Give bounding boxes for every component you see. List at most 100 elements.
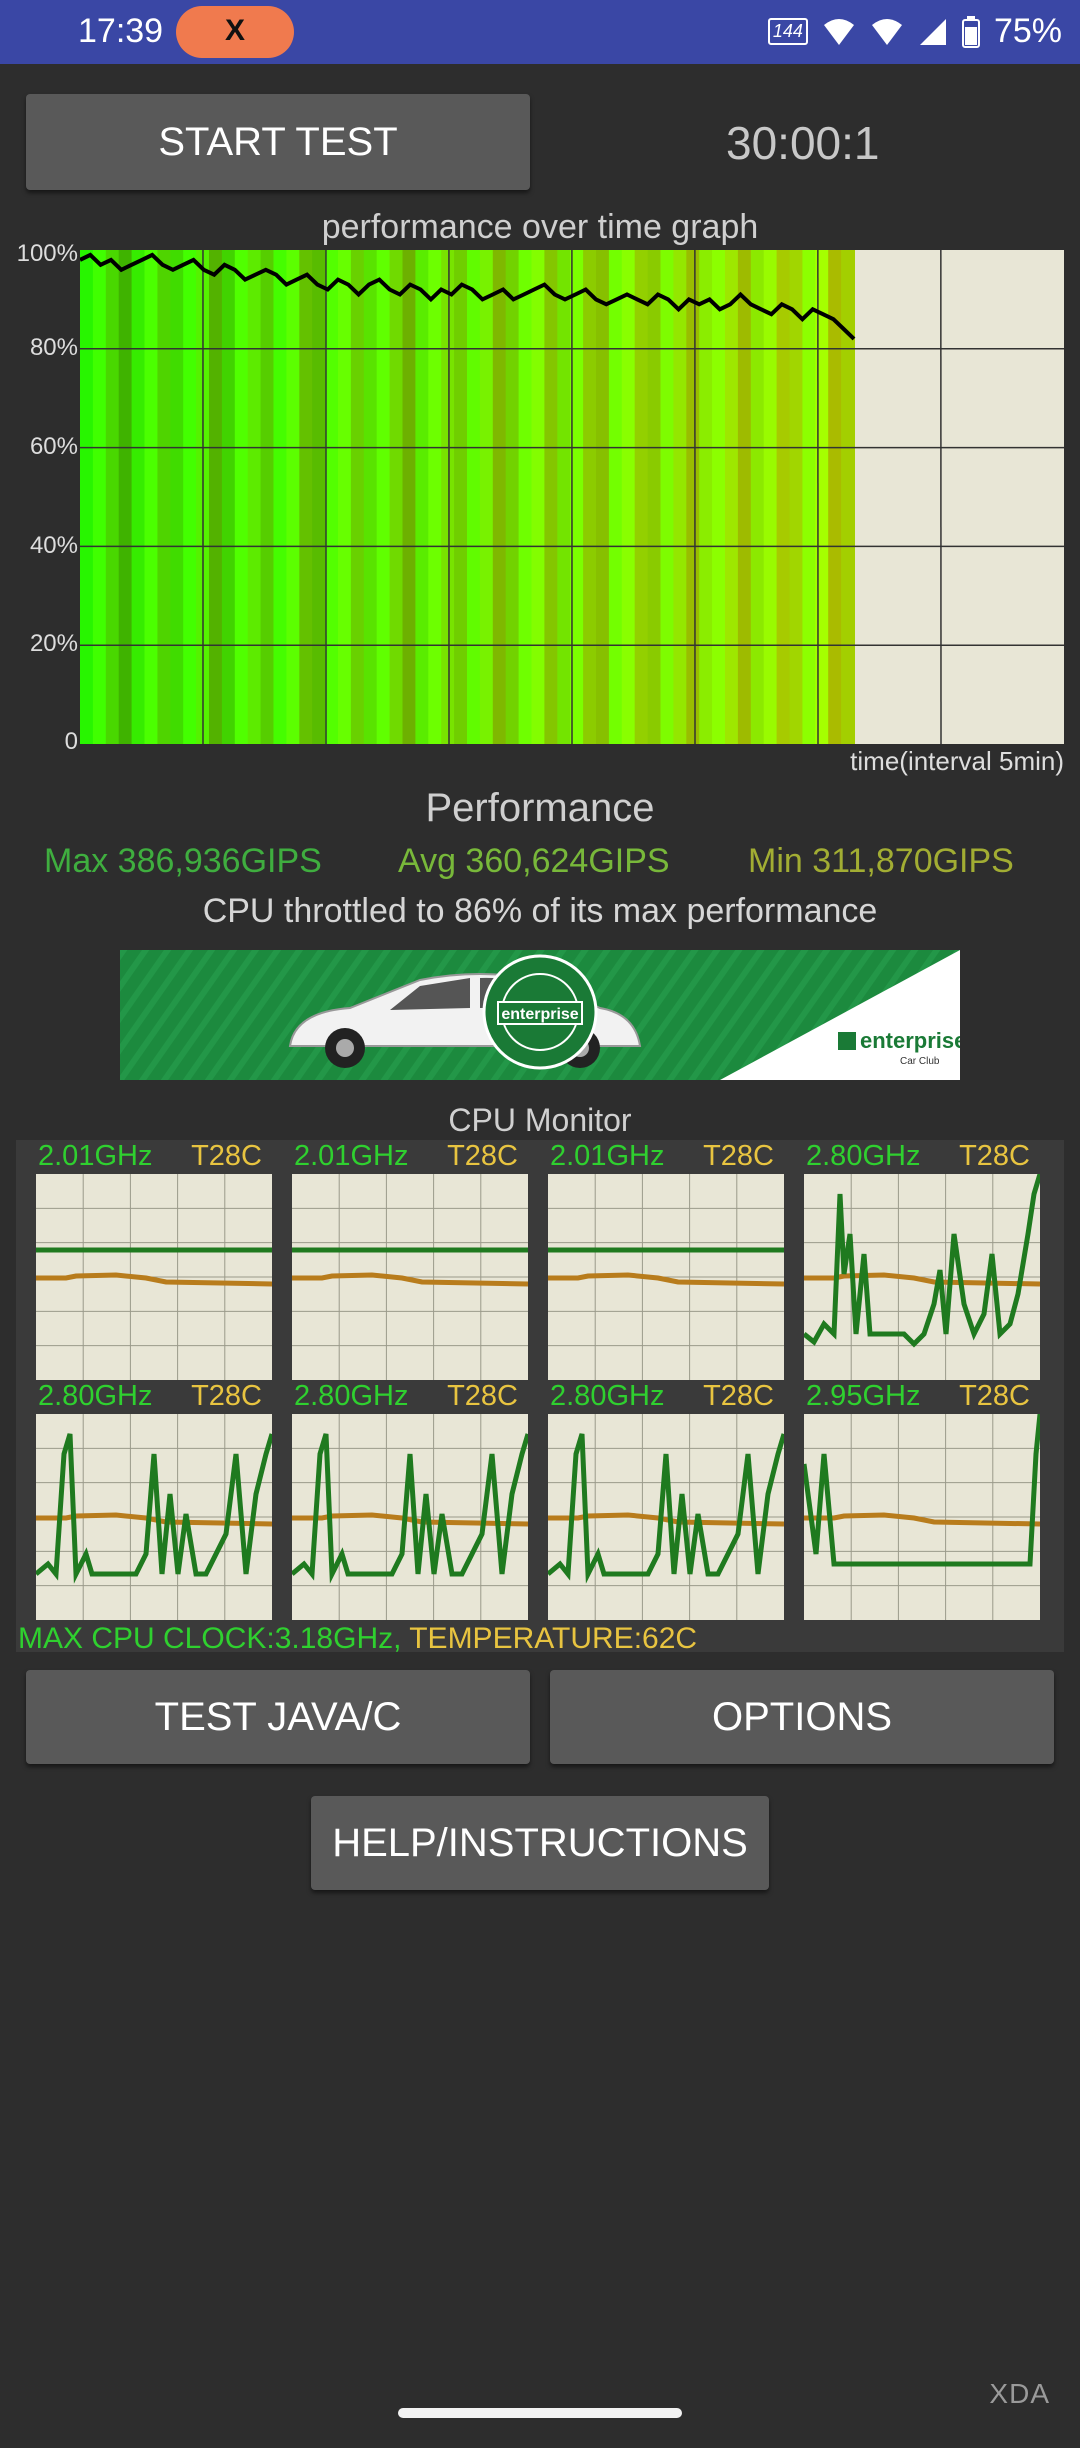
fill-stripe — [144, 250, 159, 744]
test-java-c-button[interactable]: TEST JAVA/C — [26, 1670, 530, 1764]
svg-text:enterprise: enterprise — [860, 1028, 960, 1053]
core-frequency: 2.01GHz — [38, 1140, 153, 1172]
max-cpu-clock: MAX CPU CLOCK:3.18GHz, — [18, 1622, 402, 1655]
fill-stripe — [131, 250, 146, 744]
fill-stripe — [118, 250, 133, 744]
fill-stripe — [750, 250, 765, 744]
core-graph — [548, 1174, 784, 1380]
battery-percent: 75% — [993, 12, 1062, 50]
fill-stripe — [686, 250, 701, 744]
fill-stripe — [415, 250, 430, 744]
signal-icon — [919, 18, 946, 45]
fill-stripe — [699, 250, 714, 744]
core-temperature: T28C — [703, 1380, 774, 1412]
fill-stripe — [234, 250, 249, 744]
wifi-2-icon — [871, 18, 902, 45]
cpu-core-cell: 2.95GHz T28C — [804, 1380, 1040, 1620]
fill-stripe — [660, 250, 675, 744]
max-stat: Max 386,936GIPS — [44, 842, 322, 880]
fill-stripe — [325, 250, 339, 744]
fill-stripe — [376, 250, 391, 744]
cpu-core-cell: 2.80GHz T28C — [804, 1140, 1040, 1380]
core-temperature: T28C — [703, 1140, 774, 1172]
core-frequency: 2.01GHz — [294, 1140, 409, 1172]
avg-stat: Avg 360,624GIPS — [398, 842, 670, 880]
xda-watermark: XDA — [989, 2378, 1050, 2409]
svg-text:enterprise: enterprise — [501, 1006, 578, 1023]
core-temperature: T28C — [191, 1380, 262, 1412]
graph-plot — [80, 250, 1064, 744]
fill-stripe — [712, 250, 726, 744]
fill-stripe — [634, 250, 649, 744]
fill-stripe — [492, 250, 507, 744]
fill-stripe — [454, 250, 468, 744]
fill-stripe — [105, 250, 120, 744]
fill-stripe — [312, 250, 327, 744]
status-icons: 144 75% — [767, 12, 1062, 51]
core-frequency: 2.80GHz — [294, 1380, 409, 1412]
fill-stripe — [170, 250, 185, 744]
fill-stripe — [647, 250, 662, 744]
fill-stripe — [221, 250, 236, 744]
status-time: 17:39 — [78, 12, 164, 50]
fill-stripe — [286, 250, 301, 744]
core-temperature: T28C — [191, 1140, 262, 1172]
cpu-temperature: TEMPERATURE:62C — [401, 1622, 698, 1655]
performance-graph: 100% 80% 60% 40% 20% 0 — [0, 240, 1080, 800]
wifi-icon — [823, 18, 854, 45]
fill-stripe — [428, 250, 443, 744]
refresh-rate-icon: 144 — [767, 18, 808, 45]
core-temperature: T28C — [959, 1380, 1030, 1412]
fill-stripe — [209, 250, 223, 744]
cpu-monitor-panel: 2.01GHz T28C 2.01GHz T28C 2.01GHz T28C 2.80GHz… — [16, 1140, 1064, 1652]
cpu-core-cell: 2.80GHz T28C — [292, 1380, 528, 1620]
cpu-core-cell: 2.80GHz T28C — [548, 1380, 784, 1620]
fill-stripe — [402, 250, 417, 744]
core-frequency: 2.80GHz — [806, 1140, 921, 1172]
core-graph — [804, 1414, 1040, 1620]
y-tick-label: 40% — [29, 532, 78, 559]
core-frequency: 2.95GHz — [806, 1380, 921, 1412]
svg-text:Car Club: Car Club — [900, 1056, 940, 1067]
gesture-nav-handle[interactable] — [398, 2408, 682, 2418]
core-temperature: T28C — [959, 1140, 1030, 1172]
fill-stripe — [802, 250, 817, 744]
options-button[interactable]: OPTIONS — [550, 1670, 1054, 1764]
fill-stripe — [441, 250, 456, 744]
cpu-core-cell: 2.01GHz T28C — [292, 1140, 528, 1380]
notification-pill[interactable]: X — [176, 6, 294, 58]
fill-stripe — [260, 250, 275, 744]
core-frequency: 2.80GHz — [550, 1380, 665, 1412]
fill-stripe — [763, 250, 778, 744]
fill-stripe — [673, 250, 688, 744]
cpu-core-cell: 2.80GHz T28C — [36, 1380, 272, 1620]
core-graph — [292, 1174, 528, 1380]
cpu-monitor-title: CPU Monitor — [448, 1102, 632, 1138]
core-graph — [36, 1414, 272, 1620]
min-stat: Min 311,870GIPS — [748, 842, 1014, 880]
fill-stripe — [80, 250, 94, 744]
help-instructions-button[interactable]: HELP/INSTRUCTIONS — [311, 1796, 769, 1890]
fill-stripe — [737, 250, 752, 744]
test-timer: 30:00:1 — [726, 117, 880, 169]
performance-title: Performance — [425, 786, 655, 830]
fill-stripe — [479, 250, 494, 744]
fill-stripe — [92, 250, 107, 744]
ad-image: enterprise enterprise Car Club — [120, 950, 960, 1080]
start-test-button[interactable]: START TEST — [26, 94, 530, 190]
core-temperature: T28C — [447, 1140, 518, 1172]
fill-stripe — [338, 250, 352, 744]
fill-stripe — [273, 250, 288, 744]
core-graph — [36, 1174, 272, 1380]
fill-stripe — [596, 250, 610, 744]
fill-stripe — [608, 250, 623, 744]
cpu-core-cell: 2.01GHz T28C — [36, 1140, 272, 1380]
fill-stripe — [350, 250, 365, 744]
y-tick-label: 60% — [29, 433, 78, 460]
fill-stripe — [299, 250, 314, 744]
cpu-monitor-footer: MAX CPU CLOCK:3.18GHz, TEMPERATURE:62C — [18, 1622, 697, 1656]
fill-stripe — [531, 250, 546, 744]
fill-stripe — [363, 250, 378, 744]
cpu-core-cell: 2.01GHz T28C — [548, 1140, 784, 1380]
ad-banner[interactable]: enterprise enterprise Car Club — [120, 950, 960, 1080]
